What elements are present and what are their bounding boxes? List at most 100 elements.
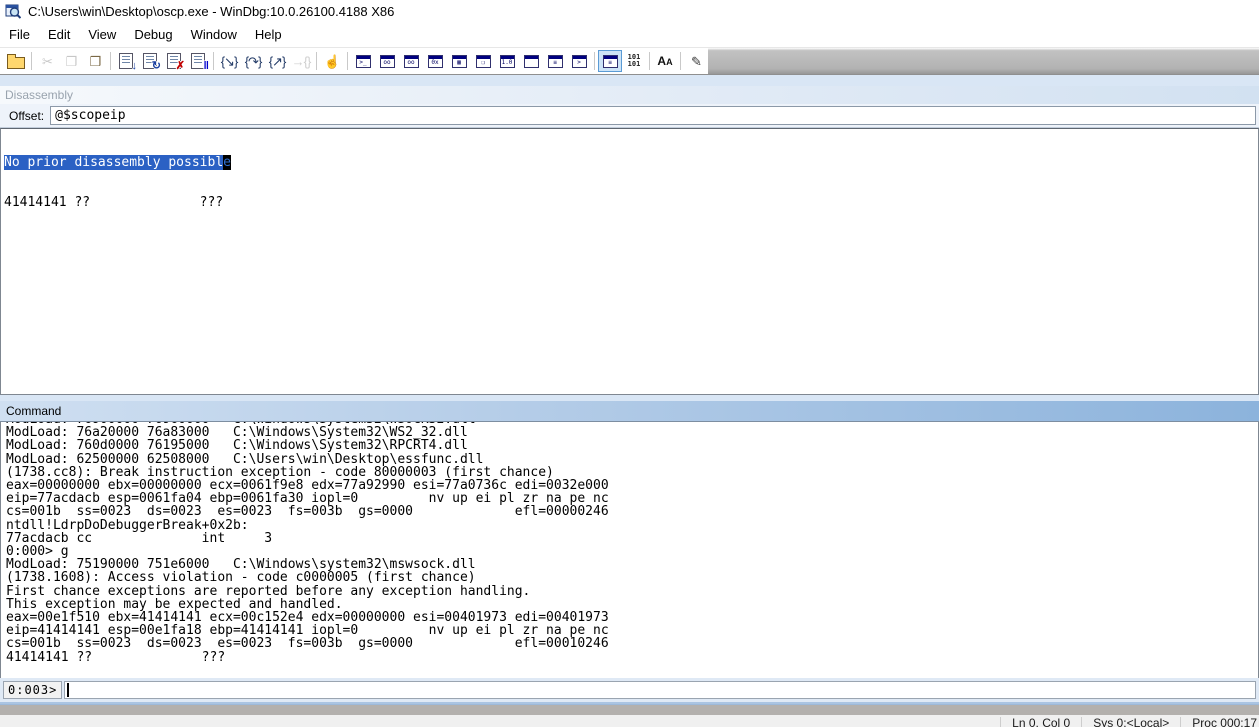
command-prompt: 0:003> xyxy=(3,681,62,699)
command-window-icon: >_ xyxy=(356,55,371,68)
offset-label: Offset: xyxy=(9,109,44,123)
insert-remove-breakpoint-icon: ☝ xyxy=(324,55,339,68)
copy-icon: ❐ xyxy=(66,55,77,68)
command-window-button[interactable]: >_ xyxy=(351,50,375,72)
assembly-mode-button[interactable]: 101101 xyxy=(622,50,646,72)
menu-view[interactable]: View xyxy=(79,24,125,45)
text-caret xyxy=(67,683,69,697)
toolbar-separator xyxy=(213,52,214,70)
run-to-cursor-button: →{} xyxy=(289,50,313,72)
disassembly-pane-title: Disassembly xyxy=(5,88,73,102)
step-out-icon: {↗} xyxy=(269,55,286,68)
menu-window[interactable]: Window xyxy=(182,24,246,45)
command-input-row: 0:003> xyxy=(0,678,1259,702)
command-input[interactable] xyxy=(64,681,1256,699)
step-over-icon: {↷} xyxy=(245,55,262,68)
disassembly-line: 41414141 ?? ??? xyxy=(4,196,1258,209)
stop-debugging-button[interactable]: ✗ xyxy=(162,50,186,72)
assembly-mode-icon: 101101 xyxy=(628,54,641,68)
calls-window-icon: ❏ xyxy=(476,55,491,68)
source-window-icon: ≡ xyxy=(548,55,563,68)
disassembly-window-icon xyxy=(524,55,539,68)
toolbar-empty-area xyxy=(708,48,1259,74)
source-mode-icon: ≡ xyxy=(603,55,618,68)
menu-file[interactable]: File xyxy=(0,24,39,45)
copy-button: ❐ xyxy=(59,50,83,72)
locals-window-icon: oo xyxy=(404,55,419,68)
paste-icon: ❒ xyxy=(90,55,101,68)
font-button[interactable]: AA xyxy=(653,50,677,72)
run-to-cursor-icon: →{} xyxy=(292,55,311,68)
command-pane-title: Command xyxy=(6,404,61,418)
disassembly-cursor: e xyxy=(223,155,231,170)
menu-bar: File Edit View Debug Window Help xyxy=(0,22,1259,47)
status-system: Sys 0:<Local> xyxy=(1082,716,1180,727)
windbg-window: C:\Users\win\Desktop\oscp.exe - WinDbg:1… xyxy=(0,0,1259,727)
offset-input[interactable] xyxy=(50,106,1256,125)
dock-strip-top xyxy=(0,75,1259,86)
memory-window-button[interactable]: ▦ xyxy=(447,50,471,72)
disassembly-content[interactable]: No prior disassembly possible 41414141 ?… xyxy=(0,128,1259,395)
menu-debug[interactable]: Debug xyxy=(125,24,181,45)
registers-window-button[interactable]: 0x xyxy=(423,50,447,72)
status-bar: Ln 0, Col 0 Sys 0:<Local> Proc 000:17 xyxy=(0,715,1259,727)
registers-window-icon: 0x xyxy=(428,55,443,68)
locals-window-button[interactable]: oo xyxy=(399,50,423,72)
scratch-pad-icon: 1.0 xyxy=(500,55,515,68)
go-button[interactable]: ↓ xyxy=(114,50,138,72)
break-icon: ‖ xyxy=(191,53,205,69)
restart-icon: ↻ xyxy=(143,53,157,69)
command-output-text: ModLoad: 76900000 76960000 C:\Windows\Sy… xyxy=(6,422,1258,664)
options-icon: ✎ xyxy=(691,55,701,68)
toolbar: ✂ ❐ ❒ ↓ ↻ ✗ ‖ {↘} {↷} {↗} →{} ☝ >_ oooo 0x ▦ ❏ 1.0 ≡ > ≡ 1011… xyxy=(0,47,1259,75)
command-browser-button[interactable]: > xyxy=(567,50,591,72)
cut-button: ✂ xyxy=(35,50,59,72)
scratch-pad-button[interactable]: 1.0 xyxy=(495,50,519,72)
calls-window-button[interactable]: ❏ xyxy=(471,50,495,72)
options-button[interactable]: ✎ xyxy=(684,50,708,72)
toolbar-separator xyxy=(649,52,650,70)
step-into-button[interactable]: {↘} xyxy=(217,50,241,72)
break-button[interactable]: ‖ xyxy=(186,50,210,72)
font-icon: AA xyxy=(657,54,672,68)
disassembly-selected-line: No prior disassembly possible xyxy=(4,156,1258,169)
source-window-button[interactable]: ≡ xyxy=(543,50,567,72)
watch-window-icon: oo xyxy=(380,55,395,68)
watch-window-button[interactable]: oo xyxy=(375,50,399,72)
cut-icon: ✂ xyxy=(42,55,52,68)
toolbar-buttons: ✂ ❐ ❒ ↓ ↻ ✗ ‖ {↘} {↷} {↗} →{} ☝ >_ oooo 0x ▦ ❏ 1.0 ≡ > ≡ 1011… xyxy=(0,48,708,74)
toolbar-separator xyxy=(110,52,111,70)
windbg-app-icon[interactable] xyxy=(5,3,21,19)
toolbar-separator xyxy=(680,52,681,70)
step-over-button[interactable]: {↷} xyxy=(241,50,265,72)
status-process: Proc 000:17 xyxy=(1181,716,1259,727)
menu-edit[interactable]: Edit xyxy=(39,24,79,45)
toolbar-separator xyxy=(316,52,317,70)
restart-button[interactable]: ↻ xyxy=(138,50,162,72)
command-output[interactable]: ModLoad: 76900000 76960000 C:\Windows\Sy… xyxy=(0,422,1259,678)
step-out-button[interactable]: {↗} xyxy=(265,50,289,72)
go-icon: ↓ xyxy=(119,53,133,69)
memory-window-icon: ▦ xyxy=(452,55,467,68)
disassembly-selected-text: No prior disassembly possibl xyxy=(4,155,223,170)
window-grip-band xyxy=(0,704,1259,715)
command-browser-icon: > xyxy=(572,55,587,68)
disassembly-pane-titlebar[interactable]: Disassembly xyxy=(0,86,1259,104)
command-pane-titlebar[interactable]: Command xyxy=(0,401,1259,422)
window-title: C:\Users\win\Desktop\oscp.exe - WinDbg:1… xyxy=(28,4,394,19)
stop-debugging-icon: ✗ xyxy=(167,53,181,69)
status-line-col: Ln 0, Col 0 xyxy=(1001,716,1081,727)
toolbar-separator xyxy=(31,52,32,70)
disassembly-offset-row: Offset: xyxy=(0,104,1259,128)
step-into-icon: {↘} xyxy=(221,55,238,68)
insert-remove-breakpoint-button[interactable]: ☝ xyxy=(320,50,344,72)
title-bar: C:\Users\win\Desktop\oscp.exe - WinDbg:1… xyxy=(0,0,1259,22)
toolbar-separator xyxy=(594,52,595,70)
menu-help[interactable]: Help xyxy=(246,24,291,45)
open-source-file-button[interactable] xyxy=(4,50,28,72)
disassembly-window-button[interactable] xyxy=(519,50,543,72)
open-source-file-icon xyxy=(7,57,25,69)
toolbar-separator xyxy=(347,52,348,70)
source-mode-button[interactable]: ≡ xyxy=(598,50,622,72)
paste-button[interactable]: ❒ xyxy=(83,50,107,72)
